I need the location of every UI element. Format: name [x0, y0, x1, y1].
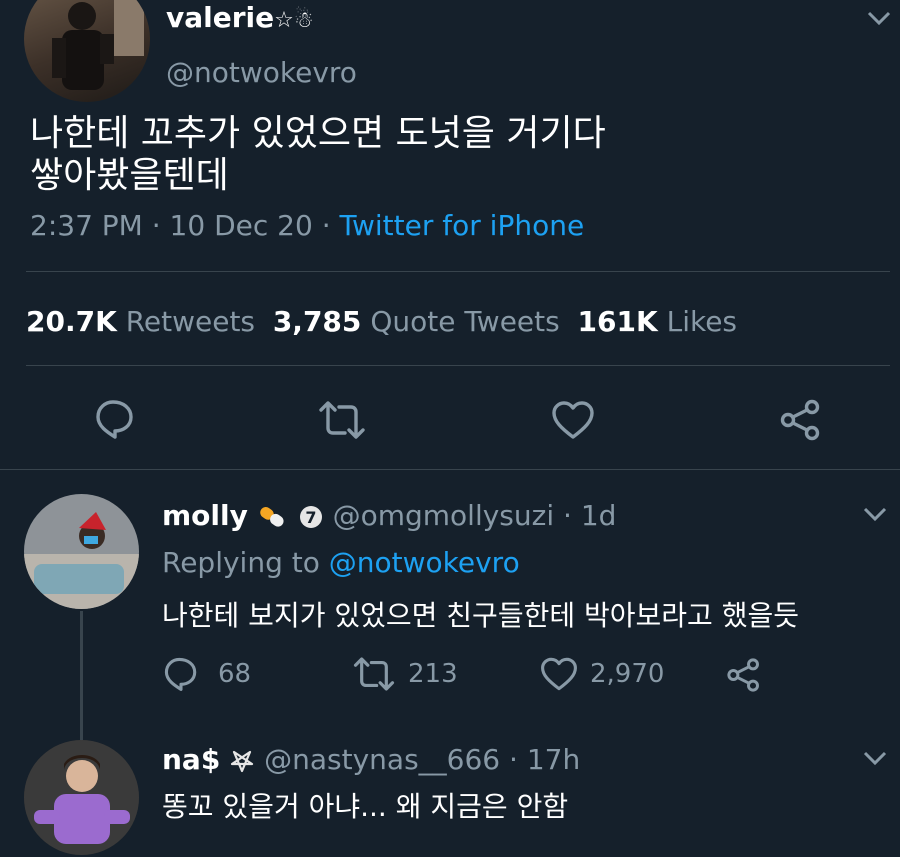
meta-separator: · — [509, 743, 518, 776]
divider — [26, 365, 890, 366]
share-icon[interactable] — [779, 399, 823, 441]
reply-icon — [162, 656, 200, 692]
retweets-stat[interactable]: 20.7K Retweets — [26, 305, 255, 338]
name-emoji: ☆☃ — [274, 8, 314, 33]
tweet-stats: 20.7K Retweets 3,785 Quote Tweets 161K L… — [26, 304, 737, 340]
retweets-count: 20.7K — [26, 305, 117, 338]
avatar-figure — [24, 740, 139, 855]
replying-label: Replying to — [162, 546, 320, 579]
divider — [0, 469, 900, 470]
user-handle[interactable]: @notwokevro — [166, 56, 357, 90]
like-count: 2,970 — [590, 659, 665, 689]
retweets-label: Retweets — [125, 305, 256, 338]
reply-header: na$ @nastynas__666 · 17h — [162, 742, 580, 778]
replying-to: Replying to @notwokevro — [162, 545, 520, 581]
avatar-figure — [24, 512, 139, 609]
tweet-meta: 2:37 PM · 10 Dec 20 · Twitter for iPhone — [30, 209, 584, 243]
quotes-count: 3,785 — [272, 305, 362, 338]
pentagram-icon — [229, 749, 255, 773]
avatar[interactable] — [24, 0, 150, 102]
share-icon[interactable] — [726, 657, 762, 693]
reply-count: 68 — [218, 659, 252, 689]
avatar-figure — [52, 0, 144, 90]
reply-age[interactable]: 1d — [581, 499, 617, 532]
chevron-down-icon[interactable] — [866, 10, 892, 28]
avatar[interactable] — [24, 494, 139, 609]
quotes-stat[interactable]: 3,785 Quote Tweets — [273, 305, 560, 338]
pill-icon — [257, 506, 289, 528]
reply-text: 나한테 보지가 있었으면 친구들한테 박아보라고 했을듯 — [162, 599, 799, 632]
user-handle[interactable]: @nastynas__666 — [264, 743, 500, 776]
tweet-date[interactable]: 10 Dec 20 — [170, 209, 313, 242]
svg-text:7: 7 — [305, 508, 316, 527]
chevron-down-icon[interactable] — [862, 750, 888, 768]
replying-handle[interactable]: @notwokevro — [329, 546, 520, 579]
meta-separator: · — [563, 499, 572, 532]
user-handle[interactable]: @omgmollysuzi — [333, 499, 555, 532]
retweet-count: 213 — [408, 659, 458, 689]
retweet-count-button[interactable]: 213 — [352, 656, 458, 692]
tweet-text-line-1: 나한테 꼬추가 있었으면 도넛을 거기다 — [30, 113, 606, 154]
retweet-icon — [352, 656, 396, 692]
tweet-text-line-2: 쌓아봤을텐데 — [30, 155, 229, 196]
reply-age[interactable]: 17h — [527, 743, 580, 776]
reply-icon[interactable] — [93, 398, 137, 440]
meta-separator: · — [151, 209, 161, 242]
display-name[interactable]: molly — [162, 499, 248, 532]
reply-count-button[interactable]: 68 — [162, 656, 251, 692]
reply-header: molly 7 @omgmollysuzi · 1d — [162, 498, 616, 534]
reply-text: 똥꼬 있을거 아냐... 왜 지금은 안함 — [162, 790, 569, 823]
thread-line — [80, 611, 83, 741]
display-name[interactable]: valerie — [166, 1, 274, 34]
reply-actions: 68 213 2,970 — [162, 656, 782, 696]
like-count-button[interactable]: 2,970 — [540, 656, 664, 692]
likes-label: Likes — [666, 305, 738, 338]
tweet-source[interactable]: Twitter for iPhone — [340, 209, 585, 242]
like-icon[interactable] — [551, 400, 595, 440]
likes-stat[interactable]: 161K Likes — [578, 305, 737, 338]
divider — [26, 271, 890, 272]
likes-count: 161K — [577, 305, 658, 338]
tweet-time[interactable]: 2:37 PM — [30, 209, 143, 242]
like-icon — [540, 656, 578, 692]
quotes-label: Quote Tweets — [370, 305, 560, 338]
retweet-icon[interactable] — [317, 400, 367, 440]
avatar[interactable] — [24, 740, 139, 855]
badge-icon: 7 — [298, 504, 324, 530]
chevron-down-icon[interactable] — [862, 506, 888, 524]
display-name[interactable]: na$ — [162, 743, 220, 776]
meta-separator: · — [321, 209, 331, 242]
